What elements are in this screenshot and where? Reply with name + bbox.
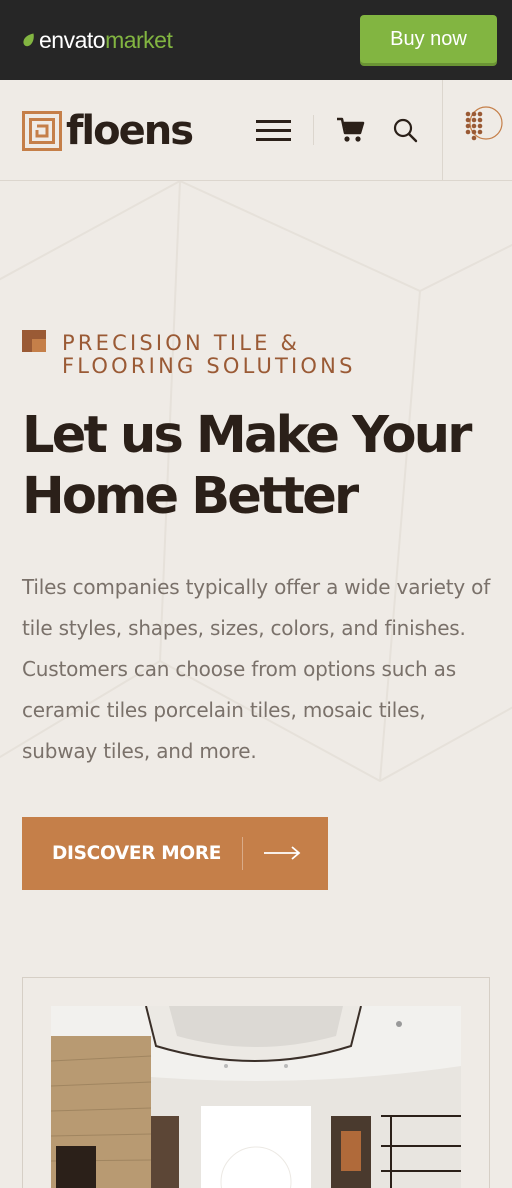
discover-more-label: DISCOVER MORE <box>52 843 222 864</box>
buy-now-button[interactable]: Buy now <box>360 15 497 63</box>
floens-logo-text: floens <box>66 108 194 154</box>
hero-headline: Let us Make Your Home Better <box>22 405 492 527</box>
hero-tagline-line1: PRECISION TILE & <box>62 331 301 355</box>
envato-market-logo[interactable]: envato market <box>22 26 173 54</box>
floens-logo[interactable]: floens <box>22 108 194 154</box>
hero-headline-line1: Let us Make Your <box>22 406 472 465</box>
floens-logo-mark-icon <box>22 111 62 151</box>
hero-description: Tiles companies typically offer a wide v… <box>22 575 491 763</box>
envato-logo-word: envato <box>39 26 106 53</box>
tagline-square-icon <box>22 330 46 352</box>
envato-market-bar: envato market Buy now <box>0 0 512 80</box>
envato-logo-market: market <box>105 26 173 53</box>
header-divider-vertical <box>442 80 443 181</box>
discover-more-button[interactable]: DISCOVER MORE <box>22 817 328 890</box>
header-icon-divider <box>313 115 314 145</box>
hero-tagline-line2: FLOORING SOLUTIONS <box>62 354 356 378</box>
search-icon[interactable] <box>392 117 418 143</box>
hero-headline-line2: Home Better <box>22 467 359 526</box>
envato-leaf-icon <box>23 33 34 47</box>
interior-photo <box>51 1006 461 1188</box>
hero-tagline: PRECISION TILE & FLOORING SOLUTIONS <box>62 332 422 378</box>
button-separator <box>242 837 243 870</box>
cart-icon[interactable] <box>336 116 366 144</box>
menu-toggle-icon[interactable] <box>256 120 292 142</box>
dots-grid-icon[interactable] <box>462 104 504 146</box>
arrow-right-icon <box>264 846 301 860</box>
